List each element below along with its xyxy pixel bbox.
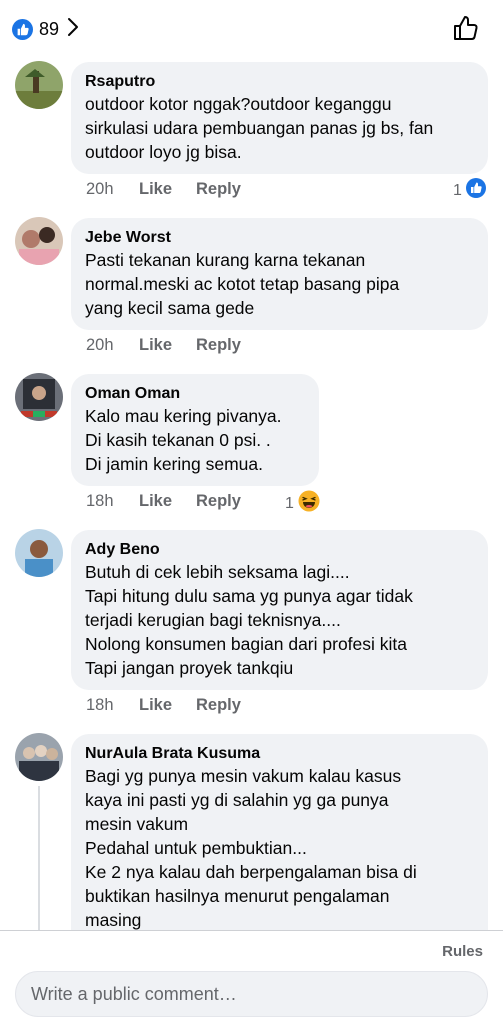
comment-text: outdoor kotor nggak?outdoor keganggu sir… (85, 94, 434, 162)
comment-author[interactable]: NurAula Brata Kusuma (85, 744, 474, 764)
like-post-button[interactable] (450, 14, 482, 46)
avatar[interactable] (15, 529, 63, 577)
comment-text: Pasti tekanan kurang karna tekanan norma… (85, 250, 400, 318)
haha-icon (298, 490, 320, 517)
avatar[interactable] (15, 733, 63, 781)
comment-time[interactable]: 18h (86, 492, 139, 511)
avatar[interactable] (15, 61, 63, 109)
like-button[interactable]: Like (139, 336, 196, 355)
like-icon (465, 178, 486, 203)
rules-link[interactable]: Rules (442, 943, 483, 960)
comment-actions: 18h Like Reply (86, 492, 241, 511)
comment-author[interactable]: Oman Oman (85, 384, 305, 404)
comment-text: Butuh di cek lebih seksama lagi.... Tapi… (85, 562, 413, 678)
comment-bubble: Jebe Worst Pasti tekanan kurang karna te… (71, 218, 488, 330)
comment-bubble: Oman Oman Kalo mau kering pivanya. Di ka… (71, 374, 319, 486)
avatar[interactable] (15, 217, 63, 265)
comment-composer-area: Rules (0, 930, 503, 1024)
comment-reaction-count: 1 (285, 494, 294, 512)
comment-bubble: Rsaputro outdoor kotor nggak?outdoor keg… (71, 62, 488, 174)
comment-author[interactable]: Jebe Worst (85, 228, 474, 248)
reply-thread-line (38, 786, 40, 930)
reaction-summary[interactable]: 89 (12, 14, 79, 44)
comment-time[interactable]: 18h (86, 696, 139, 715)
reactions-bar: 89 (0, 0, 503, 60)
like-button[interactable]: Like (139, 180, 196, 199)
like-button[interactable]: Like (139, 492, 196, 511)
comment-author[interactable]: Ady Beno (85, 540, 474, 560)
reply-button[interactable]: Reply (196, 492, 241, 511)
comment-reaction-count: 1 (453, 181, 462, 199)
reply-button[interactable]: Reply (196, 336, 241, 355)
comment-author[interactable]: Rsaputro (85, 72, 474, 92)
chevron-right-icon (67, 17, 79, 42)
comment-text: Bagi yg punya mesin vakum kalau kasus ka… (85, 766, 417, 930)
comment-bubble: Ady Beno Butuh di cek lebih seksama lagi… (71, 530, 488, 690)
comment-time[interactable]: 20h (86, 180, 139, 199)
comment-input[interactable] (15, 971, 488, 1017)
comment-time[interactable]: 20h (86, 336, 139, 355)
reply-button[interactable]: Reply (196, 180, 241, 199)
reaction-count: 89 (39, 18, 60, 39)
comment-actions: 20h Like Reply (86, 336, 241, 355)
avatar[interactable] (15, 373, 63, 421)
comment-actions: 18h Like Reply (86, 696, 241, 715)
reply-button[interactable]: Reply (196, 696, 241, 715)
like-button[interactable]: Like (139, 696, 196, 715)
comment-actions: 20h Like Reply (86, 180, 241, 199)
comment-reaction[interactable]: 1 (285, 490, 320, 517)
comment-reaction[interactable]: 1 (453, 178, 486, 203)
comment-text: Kalo mau kering pivanya. Di kasih tekana… (85, 406, 282, 474)
thumbs-up-outline-icon (452, 14, 480, 47)
like-icon (12, 18, 33, 40)
